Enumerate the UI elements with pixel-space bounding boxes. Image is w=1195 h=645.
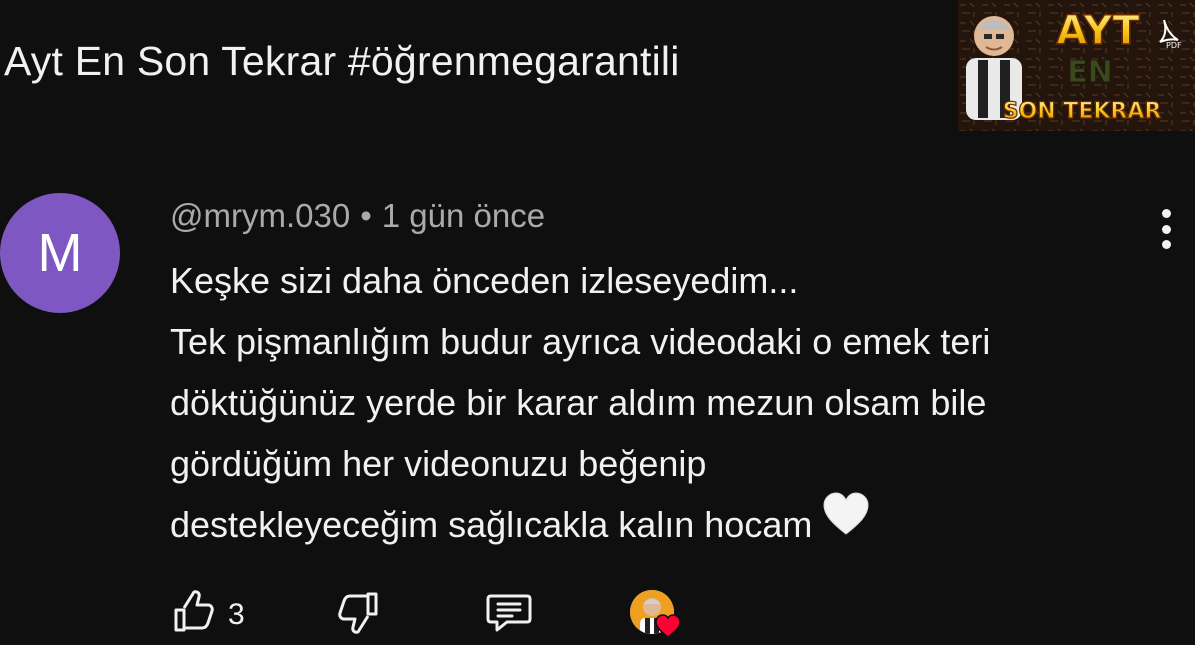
like-button[interactable]: 3 [170, 590, 245, 639]
thumbs-up-icon [170, 590, 214, 639]
thumbnail-text-ayt: AYT [1056, 8, 1140, 54]
white-heart-icon [822, 492, 870, 554]
reply-button[interactable] [485, 590, 533, 639]
dislike-button[interactable] [338, 590, 382, 639]
comment-page: Ayt En Son Tekrar #öğrenmegarantili AYT … [0, 0, 1195, 645]
comment-text: Keşke sizi daha önceden izleseyedim... T… [170, 250, 1180, 558]
like-count: 3 [228, 597, 245, 631]
thumbs-down-icon [338, 590, 382, 639]
comment-author[interactable]: @mrym.030 [170, 197, 350, 234]
comment-line: döktüğünüz yerde bir karar aldım mezun o… [170, 382, 987, 423]
comment-time: 1 gün önce [381, 197, 546, 234]
commenter-avatar[interactable]: M [0, 193, 120, 313]
reply-icon [485, 590, 533, 639]
creator-heart-icon[interactable] [630, 590, 681, 638]
thumbnail-text-en: EN [1067, 55, 1113, 90]
comment-line: Tek pişmanlığım budur ayrıca videodaki o… [170, 321, 991, 362]
video-thumbnail[interactable]: AYT EN SON TEKRAR PDF [958, 0, 1195, 131]
comment-line: gördüğüm her videonuzu beğenip [170, 443, 707, 484]
comment-line: destekleyeceğim sağlıcakla kalın hocam [170, 504, 813, 545]
video-title[interactable]: Ayt En Son Tekrar #öğrenmegarantili [4, 38, 680, 85]
thumbnail-text-son-tekrar: SON TEKRAR [1003, 99, 1162, 124]
heart-badge-icon [655, 614, 681, 643]
comment-header: @mrym.030 • 1 gün önce [170, 197, 545, 235]
more-vertical-icon[interactable] [1148, 205, 1184, 253]
comment-line: Keşke sizi daha önceden izleseyedim... [170, 260, 799, 301]
avatar-letter: M [37, 223, 83, 283]
header-separator: • [360, 197, 372, 234]
comment-actions: 3 [170, 590, 730, 640]
comment-line-last: destekleyeceğim sağlıcakla kalın hocam [170, 492, 1180, 558]
svg-text:PDF: PDF [1166, 41, 1182, 50]
